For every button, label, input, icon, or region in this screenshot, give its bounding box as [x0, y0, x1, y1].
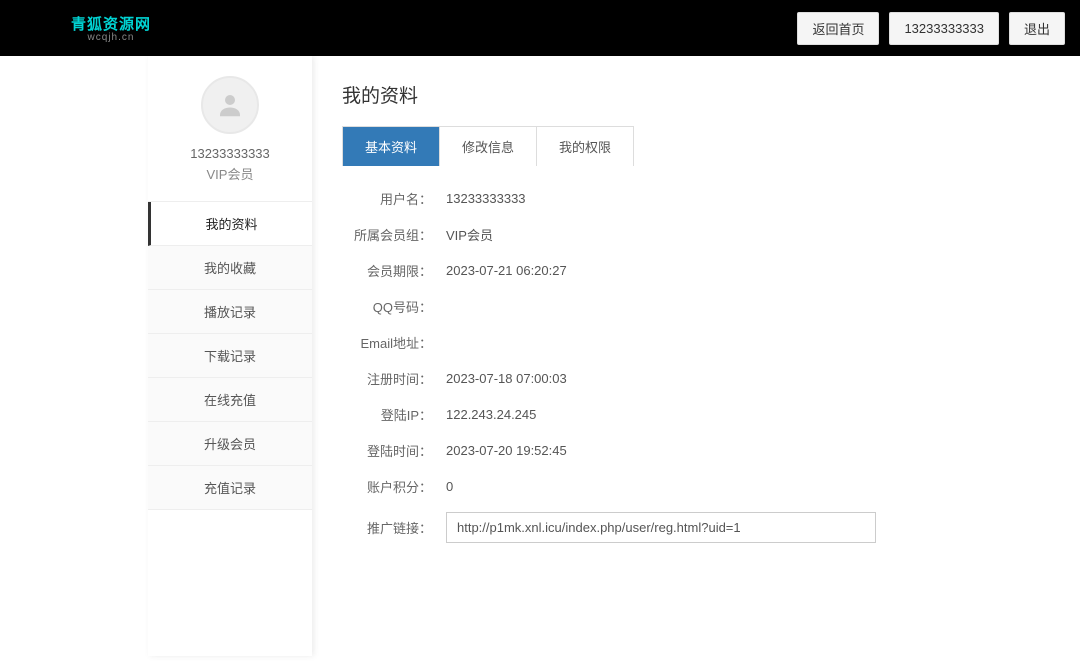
sidebar-item-label: 升级会员	[204, 437, 256, 452]
user-button[interactable]: 13233333333	[889, 12, 999, 45]
value-regtime: 2023-07-18 07:00:03	[440, 371, 567, 386]
value-group: VIP会员	[440, 225, 493, 244]
row-points: 账户积分： 0	[342, 476, 1030, 496]
value-loginip: 122.243.24.245	[440, 407, 536, 422]
label-loginip: 登陆IP：	[342, 405, 440, 424]
value-expire: 2023-07-21 06:20:27	[440, 263, 567, 278]
tab-label: 基本资料	[365, 140, 417, 155]
profile-form: 用户名： 13233333333 所属会员组： VIP会员 会员期限： 2023…	[342, 166, 1030, 543]
row-expire: 会员期限： 2023-07-21 06:20:27	[342, 260, 1030, 280]
label-email: Email地址：	[342, 333, 440, 352]
user-profile-block: 13233333333 VIP会员	[148, 56, 312, 202]
main-content: 我的资料 基本资料 修改信息 我的权限 用户名： 13233333333 所属会…	[312, 56, 1060, 656]
label-group: 所属会员组：	[342, 225, 440, 244]
row-qq: QQ号码：	[342, 296, 1030, 316]
row-username: 用户名： 13233333333	[342, 188, 1030, 208]
sidebar-item-download-history[interactable]: 下载记录	[148, 334, 312, 378]
label-reflink: 推广链接：	[342, 518, 440, 537]
label-qq: QQ号码：	[342, 297, 440, 316]
sidebar-user-level: VIP会员	[158, 164, 302, 183]
sidebar-item-label: 在线充值	[204, 393, 256, 408]
row-reflink: 推广链接：	[342, 512, 1030, 543]
label-points: 账户积分：	[342, 477, 440, 496]
label-expire: 会员期限：	[342, 261, 440, 280]
header-actions: 返回首页 13233333333 退出	[797, 12, 1065, 45]
sidebar-item-profile[interactable]: 我的资料	[148, 202, 312, 246]
avatar	[201, 76, 259, 134]
tab-permissions[interactable]: 我的权限	[537, 127, 633, 166]
row-loginip: 登陆IP： 122.243.24.245	[342, 404, 1030, 424]
sidebar-item-label: 下载记录	[204, 349, 256, 364]
tabs: 基本资料 修改信息 我的权限	[342, 126, 634, 166]
label-regtime: 注册时间：	[342, 369, 440, 388]
referral-link-input[interactable]	[446, 512, 876, 543]
label-logintime: 登陆时间：	[342, 441, 440, 460]
sidebar-item-label: 我的收藏	[204, 261, 256, 276]
logout-button[interactable]: 退出	[1009, 12, 1065, 45]
sidebar-item-label: 充值记录	[204, 481, 256, 496]
sidebar-item-label: 我的资料	[205, 217, 257, 232]
tab-label: 我的权限	[559, 140, 611, 155]
tab-basic-info[interactable]: 基本资料	[343, 127, 440, 166]
avatar-icon	[215, 90, 245, 120]
sidebar-item-recharge-history[interactable]: 充值记录	[148, 466, 312, 510]
top-header: 青狐资源网 wcqjh.cn 返回首页 13233333333 退出	[0, 0, 1080, 56]
page-title: 我的资料	[342, 81, 1030, 108]
sidebar: 13233333333 VIP会员 我的资料 我的收藏 播放记录 下载记录 在线…	[148, 56, 312, 656]
row-email: Email地址：	[342, 332, 1030, 352]
row-logintime: 登陆时间： 2023-07-20 19:52:45	[342, 440, 1030, 460]
sidebar-username: 13233333333	[158, 146, 302, 161]
sidebar-item-upgrade[interactable]: 升级会员	[148, 422, 312, 466]
tab-label: 修改信息	[462, 140, 514, 155]
tab-edit-info[interactable]: 修改信息	[440, 127, 537, 166]
value-username: 13233333333	[440, 191, 526, 206]
site-logo[interactable]: 青狐资源网 wcqjh.cn	[65, 10, 157, 46]
row-regtime: 注册时间： 2023-07-18 07:00:03	[342, 368, 1030, 388]
row-group: 所属会员组： VIP会员	[342, 224, 1030, 244]
logo-text-top: 青狐资源网	[71, 13, 151, 34]
home-button[interactable]: 返回首页	[797, 12, 879, 45]
sidebar-item-favorites[interactable]: 我的收藏	[148, 246, 312, 290]
label-username: 用户名：	[342, 189, 440, 208]
value-points: 0	[440, 479, 453, 494]
sidebar-item-play-history[interactable]: 播放记录	[148, 290, 312, 334]
value-logintime: 2023-07-20 19:52:45	[440, 443, 567, 458]
sidebar-item-label: 播放记录	[204, 305, 256, 320]
sidebar-item-recharge[interactable]: 在线充值	[148, 378, 312, 422]
